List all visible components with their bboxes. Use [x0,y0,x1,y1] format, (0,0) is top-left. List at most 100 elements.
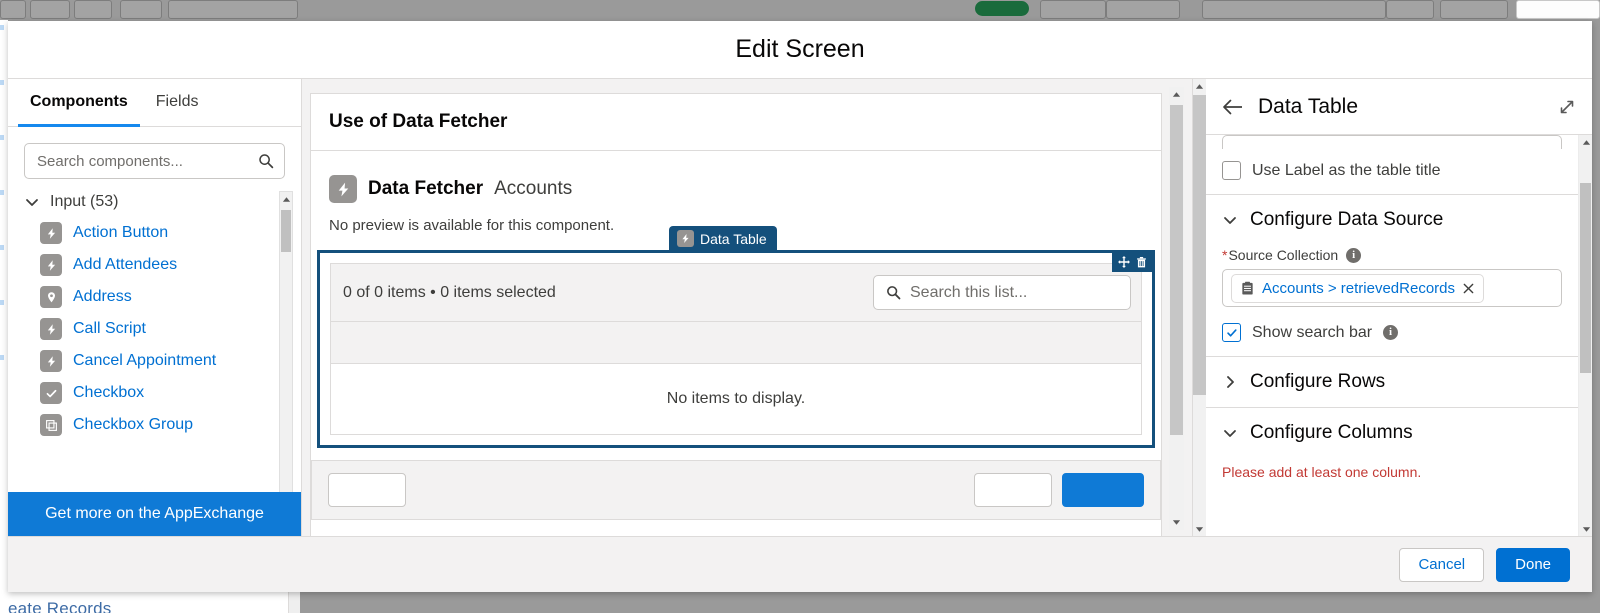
component-item-label: Add Attendees [73,256,178,273]
chevron-down-icon [24,194,40,210]
section-title: Configure Rows [1250,371,1386,392]
properties-header: Data Table [1206,79,1592,135]
section-configure-columns[interactable]: Configure Columns [1206,408,1578,458]
section-title: Configure Data Source [1250,209,1444,230]
data-table-header: 0 of 0 items • 0 items selected Search t… [331,264,1141,322]
columns-error-message: Please add at least one column. [1222,464,1422,480]
chevron-right-icon [1222,374,1238,390]
scroll-down-icon[interactable] [1169,515,1184,530]
record-collection-icon [1240,281,1255,296]
background-chip [74,0,112,19]
label-input-partial[interactable] [1222,135,1562,149]
background-chip [1202,0,1386,19]
properties-main: Data Table Use Label as the table title … [1206,79,1592,536]
source-collection-combobox[interactable]: Accounts > retrievedRecords [1222,269,1562,307]
data-table-empty-message: No items to display. [331,364,1141,434]
use-label-as-title-label: Use Label as the table title [1252,161,1441,179]
properties-outer-scrollbar[interactable] [1193,79,1206,536]
checkbox-unchecked-icon[interactable] [1222,161,1241,180]
section-configure-data-source[interactable]: Configure Data Source [1206,195,1578,245]
info-icon[interactable]: i [1346,247,1362,263]
cancel-button[interactable]: Cancel [1399,547,1485,582]
properties-panel: Data Table Use Label as the table title … [1192,79,1592,536]
done-button[interactable]: Done [1496,547,1570,582]
checkbox-checked-icon[interactable] [1222,323,1241,342]
data-table-flag-label: Data Table [700,230,767,247]
data-table-column-header-row [331,322,1141,364]
scrollbar-thumb[interactable] [1193,95,1206,395]
search-icon [886,285,901,300]
background-chip [30,0,70,19]
scroll-up-icon[interactable] [280,192,292,206]
component-item-call-script[interactable]: Call Script [8,313,301,345]
lightning-icon [40,222,62,244]
required-asterisk: * [1222,247,1228,263]
data-table-search-input[interactable]: Search this list... [873,275,1131,310]
data-fetcher-component[interactable]: Data Fetcher Accounts [311,175,1161,203]
lightning-icon [40,318,62,340]
component-item-checkbox[interactable]: Checkbox [8,377,301,409]
scrollbar-thumb[interactable] [281,210,291,252]
edit-screen-modal: Edit Screen Components Fields Search com… [8,21,1592,592]
tab-fields[interactable]: Fields [144,79,211,127]
component-item-checkbox-group[interactable]: Checkbox Group [8,409,301,441]
scroll-down-icon[interactable] [1579,522,1592,536]
properties-inner-scrollbar[interactable] [1578,135,1592,536]
lightning-icon [40,350,62,372]
components-list-scrollbar[interactable] [279,191,293,532]
data-table-component[interactable]: 0 of 0 items • 0 items selected Search t… [317,250,1155,448]
screen-pause-button[interactable] [974,473,1052,507]
background-chip-green [975,1,1029,16]
scroll-down-icon[interactable] [1193,522,1206,536]
scroll-up-icon[interactable] [1169,87,1184,102]
source-collection-field: *Source Collection i Accounts > retrieve… [1206,245,1578,309]
source-collection-pill[interactable]: Accounts > retrievedRecords [1231,273,1485,303]
scroll-up-icon[interactable] [1579,135,1592,149]
component-item-action-button[interactable]: Action Button [8,217,301,249]
background-bottom-label: eate Records [8,599,112,613]
background-toolbar [0,0,1600,20]
component-item-label: Cancel Appointment [73,352,217,369]
component-item-cancel-appointment[interactable]: Cancel Appointment [8,345,301,377]
screen-title-card: Use of Data Fetcher [310,93,1162,151]
scrollbar-thumb[interactable] [1170,105,1183,435]
search-container [8,127,301,187]
show-search-bar-row[interactable]: Show search bar i [1206,309,1578,357]
background-chip [1440,0,1508,19]
lightning-icon [40,254,62,276]
move-icon[interactable] [1117,255,1131,269]
scroll-up-icon[interactable] [1193,79,1206,93]
lightning-icon [677,230,694,247]
properties-content: Use Label as the table title Configure D… [1206,135,1578,536]
trash-icon[interactable] [1135,256,1148,269]
screen-previous-button[interactable] [328,473,406,507]
expand-icon[interactable] [1558,98,1576,116]
component-item-label: Call Script [73,320,146,337]
search-box[interactable] [24,143,285,179]
component-item-add-attendees[interactable]: Add Attendees [8,249,301,281]
arrow-left-icon[interactable] [1222,98,1244,116]
source-collection-value: Accounts > retrievedRecords [1262,279,1456,297]
scrollbar-thumb[interactable] [1580,183,1591,373]
screen-next-button[interactable] [1062,473,1144,507]
data-table-count: 0 of 0 items • 0 items selected [343,283,556,301]
component-item-address[interactable]: Address [8,281,301,313]
canvas-scrollbar[interactable] [1169,87,1184,530]
canvas-inner: Use of Data Fetcher Data Fetcher Account… [310,93,1162,536]
search-input[interactable] [25,144,284,178]
source-collection-label-text: Source Collection [1228,247,1339,263]
component-group-input[interactable]: Input (53) [8,187,301,217]
use-label-as-title-row[interactable]: Use Label as the table title [1206,149,1578,195]
screen-body-card: Data Fetcher Accounts No preview is avai… [310,150,1162,536]
chevron-down-icon [1222,425,1238,441]
data-fetcher-object: Accounts [494,178,573,199]
info-icon[interactable]: i [1383,325,1399,340]
tab-components-label: Components [30,92,128,110]
data-table-selection-flag: Data Table [669,226,777,251]
source-collection-label: *Source Collection i [1222,245,1562,269]
background-chip [1516,0,1600,19]
tab-components[interactable]: Components [18,79,140,127]
close-icon[interactable] [1462,282,1475,295]
appexchange-button[interactable]: Get more on the AppExchange [8,492,301,536]
section-configure-rows[interactable]: Configure Rows [1206,357,1578,408]
